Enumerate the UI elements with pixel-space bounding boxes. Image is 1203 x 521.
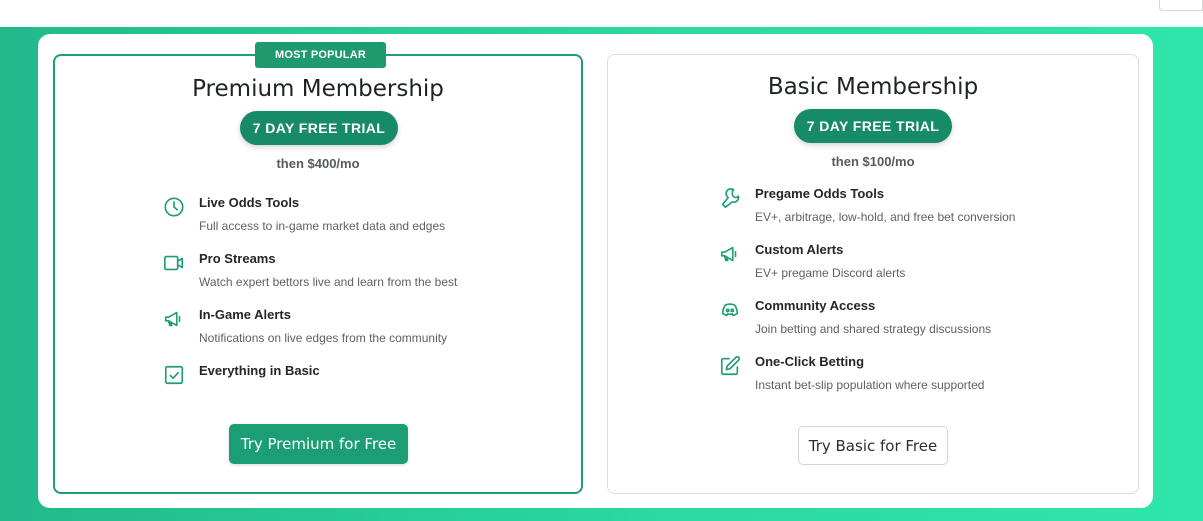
discord-icon (719, 299, 741, 321)
wrench-icon (719, 187, 741, 209)
basic-plan-title: Basic Membership (767, 74, 979, 100)
most-popular-badge: MOST POPULAR (255, 42, 386, 68)
basic-trial-badge: 7 DAY FREE TRIAL (794, 109, 952, 143)
megaphone-icon (163, 308, 185, 330)
feature-name: Community Access (755, 298, 876, 313)
feature-description: Full access to in-game market data and e… (199, 219, 446, 233)
feature-name: One-Click Betting (755, 354, 865, 369)
feature-name: Custom Alerts (755, 242, 844, 257)
feature-name: Pregame Odds Tools (755, 186, 885, 201)
feature-name: Pro Streams (199, 251, 276, 266)
feature-name: Everything in Basic (199, 363, 320, 378)
premium-plan-title: Premium Membership (192, 76, 444, 102)
feature-description: EV+, arbitrage, low-hold, and free bet c… (755, 210, 1016, 224)
feature-name: In-Game Alerts (199, 307, 291, 322)
basic-plan-card: Basic Membership 7 DAY FREE TRIAL then $… (607, 54, 1139, 494)
premium-trial-badge: 7 DAY FREE TRIAL (240, 111, 398, 145)
video-camera-icon (163, 252, 185, 274)
feature-description: Join betting and shared strategy discuss… (755, 322, 992, 336)
feature-description: Instant bet-slip population where suppor… (755, 378, 985, 392)
checkbox-icon (163, 364, 185, 386)
pricing-panel: MOST POPULAR Premium Membership 7 DAY FR… (38, 34, 1153, 508)
feature-name: Live Odds Tools (199, 195, 300, 210)
feature-description: Watch expert bettors live and learn from… (199, 275, 458, 289)
try-basic-button[interactable]: Try Basic for Free (798, 426, 948, 465)
edit-icon (719, 355, 741, 377)
feature-description: Notifications on live edges from the com… (199, 331, 448, 345)
premium-price: then $400/mo (276, 156, 360, 171)
top-right-widget[interactable] (1159, 0, 1203, 11)
top-bar (0, 0, 1203, 27)
try-premium-button[interactable]: Try Premium for Free (229, 424, 408, 464)
clock-icon (163, 196, 185, 218)
megaphone-icon (719, 243, 741, 265)
premium-plan-card: MOST POPULAR Premium Membership 7 DAY FR… (53, 42, 583, 494)
basic-price: then $100/mo (831, 154, 915, 169)
feature-description: EV+ pregame Discord alerts (755, 266, 906, 280)
